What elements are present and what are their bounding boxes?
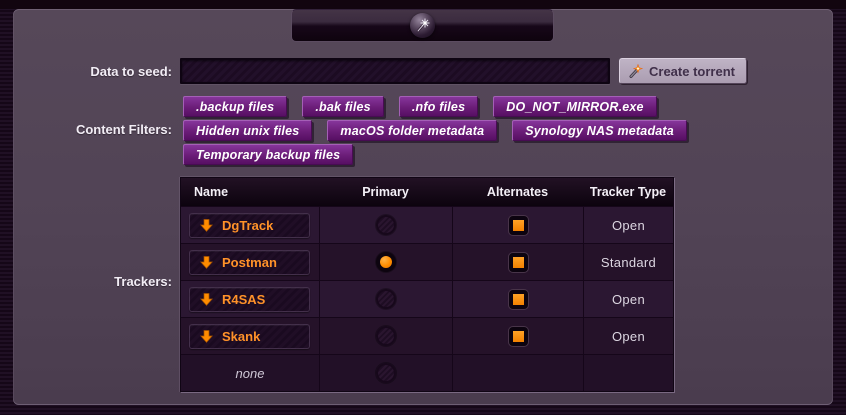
alternates-checkbox-r4sas[interactable] <box>509 290 528 309</box>
data-to-seed-label: Data to seed: <box>0 64 172 79</box>
tracker-name: DgTrack <box>222 218 273 233</box>
checkbox-check <box>513 257 524 268</box>
alternates-checkbox-postman[interactable] <box>509 253 528 272</box>
filter-chip-bak-files[interactable]: .bak files <box>302 96 384 117</box>
tracker-name-none: none <box>181 366 319 381</box>
filter-chip-row: .backup files .bak files .nfo files DO_N… <box>183 96 657 117</box>
create-torrent-button-label: Create torrent <box>649 64 735 79</box>
tracker-type: Open <box>583 318 673 354</box>
tracker-link-skank[interactable]: Skank <box>189 324 310 349</box>
trackers-label: Trackers: <box>0 274 172 289</box>
tracker-link-r4sas[interactable]: R4SAS <box>189 287 310 312</box>
checkbox-check <box>513 220 524 231</box>
down-arrow-icon <box>200 256 213 269</box>
filter-chip-backup-files[interactable]: .backup files <box>183 96 287 117</box>
trackers-table-header: Name Primary Alternates Tracker Type <box>181 178 673 206</box>
create-torrent-button[interactable]: Create torrent <box>619 58 747 84</box>
down-arrow-icon <box>200 219 213 232</box>
filter-chip-row: Hidden unix files macOS folder metadata … <box>183 120 687 141</box>
create-torrent-section-toggle[interactable] <box>291 9 554 42</box>
trackers-table: Name Primary Alternates Tracker Type DgT… <box>180 177 674 392</box>
filter-chip-temporary-backup[interactable]: Temporary backup files <box>183 144 353 165</box>
tracker-type: Open <box>583 281 673 317</box>
primary-radio-postman[interactable] <box>376 252 396 272</box>
primary-radio-dgtrack[interactable] <box>376 215 396 235</box>
magic-wand-sphere-icon <box>410 13 435 38</box>
tracker-type <box>583 355 673 391</box>
filter-chip-row: Temporary backup files <box>183 144 353 165</box>
filter-chip-do-not-mirror[interactable]: DO_NOT_MIRROR.exe <box>493 96 656 117</box>
data-to-seed-input[interactable] <box>180 58 610 84</box>
column-header-tracker-type: Tracker Type <box>583 185 673 199</box>
checkbox-check <box>513 331 524 342</box>
create-torrent-page: { "header": { "toggle_icon": "magic-wand… <box>0 0 846 415</box>
down-arrow-icon <box>200 330 213 343</box>
filter-chip-hidden-unix[interactable]: Hidden unix files <box>183 120 312 141</box>
column-header-name: Name <box>181 185 319 199</box>
tracker-row-r4sas: R4SAS Open <box>181 280 673 317</box>
tracker-row-dgtrack: DgTrack Open <box>181 206 673 243</box>
column-header-primary: Primary <box>319 185 452 199</box>
filter-chip-nfo-files[interactable]: .nfo files <box>399 96 478 117</box>
filter-chip-macos-metadata[interactable]: macOS folder metadata <box>327 120 497 141</box>
tracker-row-none: none <box>181 354 673 391</box>
primary-radio-skank[interactable] <box>376 326 396 346</box>
content-filters-label: Content Filters: <box>0 122 172 137</box>
tracker-row-postman: Postman Standard <box>181 243 673 280</box>
tracker-row-skank: Skank Open <box>181 317 673 354</box>
tracker-link-dgtrack[interactable]: DgTrack <box>189 213 310 238</box>
alternates-checkbox-skank[interactable] <box>509 327 528 346</box>
filter-chip-synology-metadata[interactable]: Synology NAS metadata <box>512 120 687 141</box>
tracker-type: Standard <box>583 244 673 280</box>
magic-wand-icon <box>628 64 643 79</box>
tracker-link-postman[interactable]: Postman <box>189 250 310 275</box>
checkbox-check <box>513 294 524 305</box>
primary-radio-none[interactable] <box>376 363 396 383</box>
tracker-type: Open <box>583 207 673 243</box>
alternates-checkbox-dgtrack[interactable] <box>509 216 528 235</box>
tracker-name: Postman <box>222 255 277 270</box>
column-header-alternates: Alternates <box>452 185 583 199</box>
primary-radio-r4sas[interactable] <box>376 289 396 309</box>
tracker-name: R4SAS <box>222 292 265 307</box>
down-arrow-icon <box>200 293 213 306</box>
tracker-name: Skank <box>222 329 260 344</box>
top-bar <box>0 0 846 9</box>
